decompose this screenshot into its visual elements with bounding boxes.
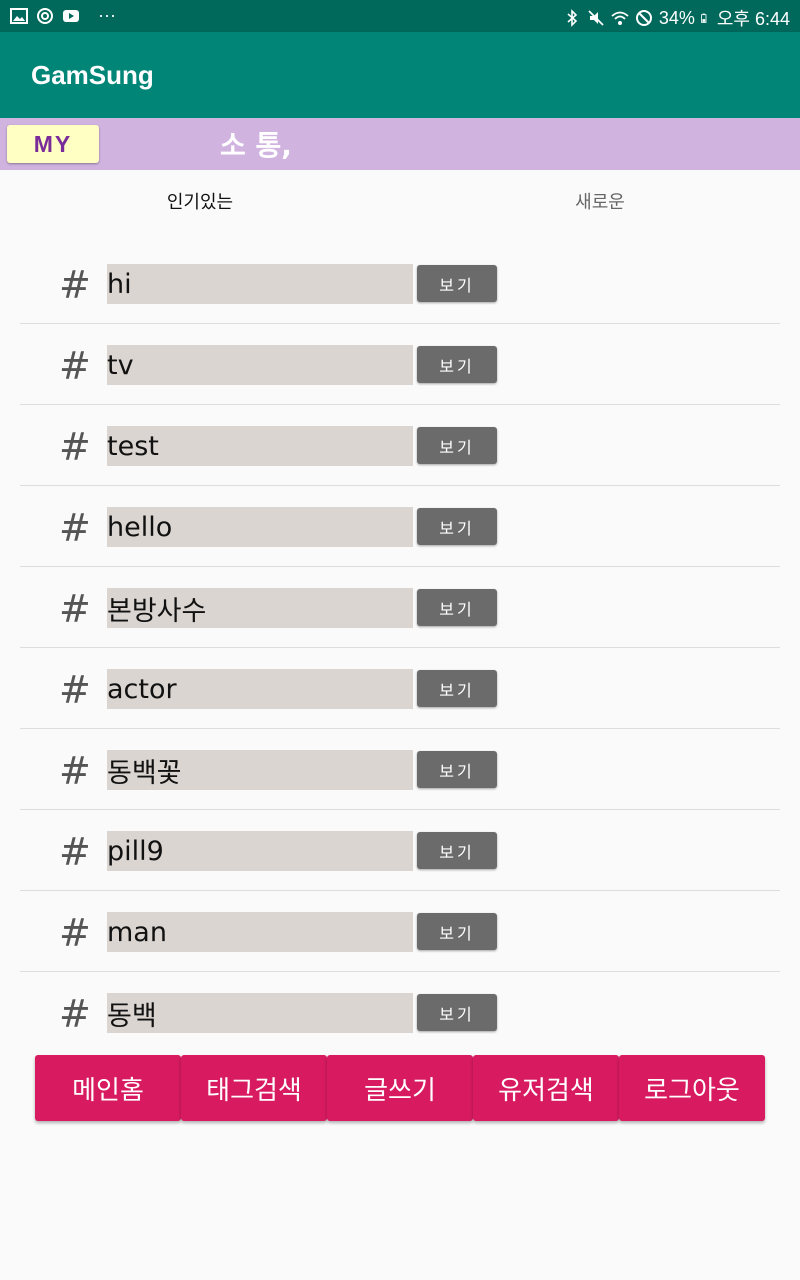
list-item: # pill9 보기 — [20, 810, 780, 891]
view-button[interactable]: 보기 — [417, 670, 497, 707]
wifi-icon — [611, 11, 629, 25]
view-button[interactable]: 보기 — [417, 265, 497, 302]
list-item: # test 보기 — [20, 405, 780, 486]
hash-icon: # — [59, 506, 91, 550]
hash-icon: # — [59, 911, 91, 955]
tag-label: actor — [107, 669, 413, 709]
app-title: GamSung — [31, 60, 154, 90]
logout-button[interactable]: 로그아웃 — [619, 1055, 765, 1121]
hash-icon: # — [59, 992, 91, 1036]
header-bar: MY 소 통, — [0, 118, 800, 170]
tag-label: tv — [107, 345, 413, 385]
tab-popular[interactable]: 인기있는 — [0, 188, 400, 214]
hash-icon: # — [59, 263, 91, 307]
hash-icon: # — [59, 668, 91, 712]
app-bar: GamSung — [0, 32, 800, 118]
tag-label: hi — [107, 264, 413, 304]
view-button[interactable]: 보기 — [417, 589, 497, 626]
view-button[interactable]: 보기 — [417, 832, 497, 869]
main-home-button[interactable]: 메인홈 — [35, 1055, 181, 1121]
battery-percent: 34% — [658, 7, 695, 28]
tag-label: 본방사수 — [107, 588, 413, 628]
tag-label: man — [107, 912, 413, 952]
sync-icon — [37, 7, 53, 24]
tag-search-button[interactable]: 태그검색 — [181, 1055, 327, 1121]
tag-list: # hi 보기 # tv 보기 # test 보기 # hello 보기 # 본… — [20, 243, 780, 1053]
tag-label: test — [107, 426, 413, 466]
battery-icon — [700, 13, 707, 23]
list-item: # tv 보기 — [20, 324, 780, 405]
my-button[interactable]: MY — [7, 125, 99, 163]
status-bar: ··· 34% 오후 6:44 — [0, 0, 800, 32]
list-item: # 동백꽃 보기 — [20, 729, 780, 810]
tag-label: 동백 — [107, 993, 413, 1033]
list-item: # actor 보기 — [20, 648, 780, 729]
user-search-button[interactable]: 유저검색 — [473, 1055, 619, 1121]
tab-recent[interactable]: 새로운 — [400, 188, 800, 214]
list-item: # 동백 보기 — [20, 972, 780, 1053]
status-bar-right: 34% 오후 6:44 — [563, 5, 790, 31]
clock: 오후 6:44 — [716, 9, 790, 29]
view-button[interactable]: 보기 — [417, 346, 497, 383]
hash-icon: # — [59, 830, 91, 874]
tag-label: 동백꽃 — [107, 750, 413, 790]
no-entry-icon — [635, 10, 652, 26]
image-icon — [10, 7, 28, 24]
list-item: # hello 보기 — [20, 486, 780, 567]
list-item: # hi 보기 — [20, 243, 780, 324]
mute-icon — [588, 10, 604, 26]
more-dots-icon: ··· — [98, 5, 116, 25]
view-button[interactable]: 보기 — [417, 427, 497, 464]
youtube-icon — [63, 9, 79, 22]
hash-icon: # — [59, 425, 91, 469]
list-item: # man 보기 — [20, 891, 780, 972]
bottom-nav: 메인홈 태그검색 글쓰기 유저검색 로그아웃 — [35, 1055, 765, 1121]
hash-icon: # — [59, 749, 91, 793]
hash-icon: # — [59, 587, 91, 631]
hash-icon: # — [59, 344, 91, 388]
view-button[interactable]: 보기 — [417, 751, 497, 788]
status-bar-left: ··· — [10, 5, 116, 26]
view-button[interactable]: 보기 — [417, 508, 497, 545]
slogan-text: 소 통, — [220, 129, 292, 162]
bluetooth-icon — [567, 9, 577, 27]
tag-label: hello — [107, 507, 413, 547]
tab-bar: 인기있는 새로운 — [0, 170, 800, 232]
view-button[interactable]: 보기 — [417, 994, 497, 1031]
list-item: # 본방사수 보기 — [20, 567, 780, 648]
write-button[interactable]: 글쓰기 — [327, 1055, 473, 1121]
tag-label: pill9 — [107, 831, 413, 871]
view-button[interactable]: 보기 — [417, 913, 497, 950]
